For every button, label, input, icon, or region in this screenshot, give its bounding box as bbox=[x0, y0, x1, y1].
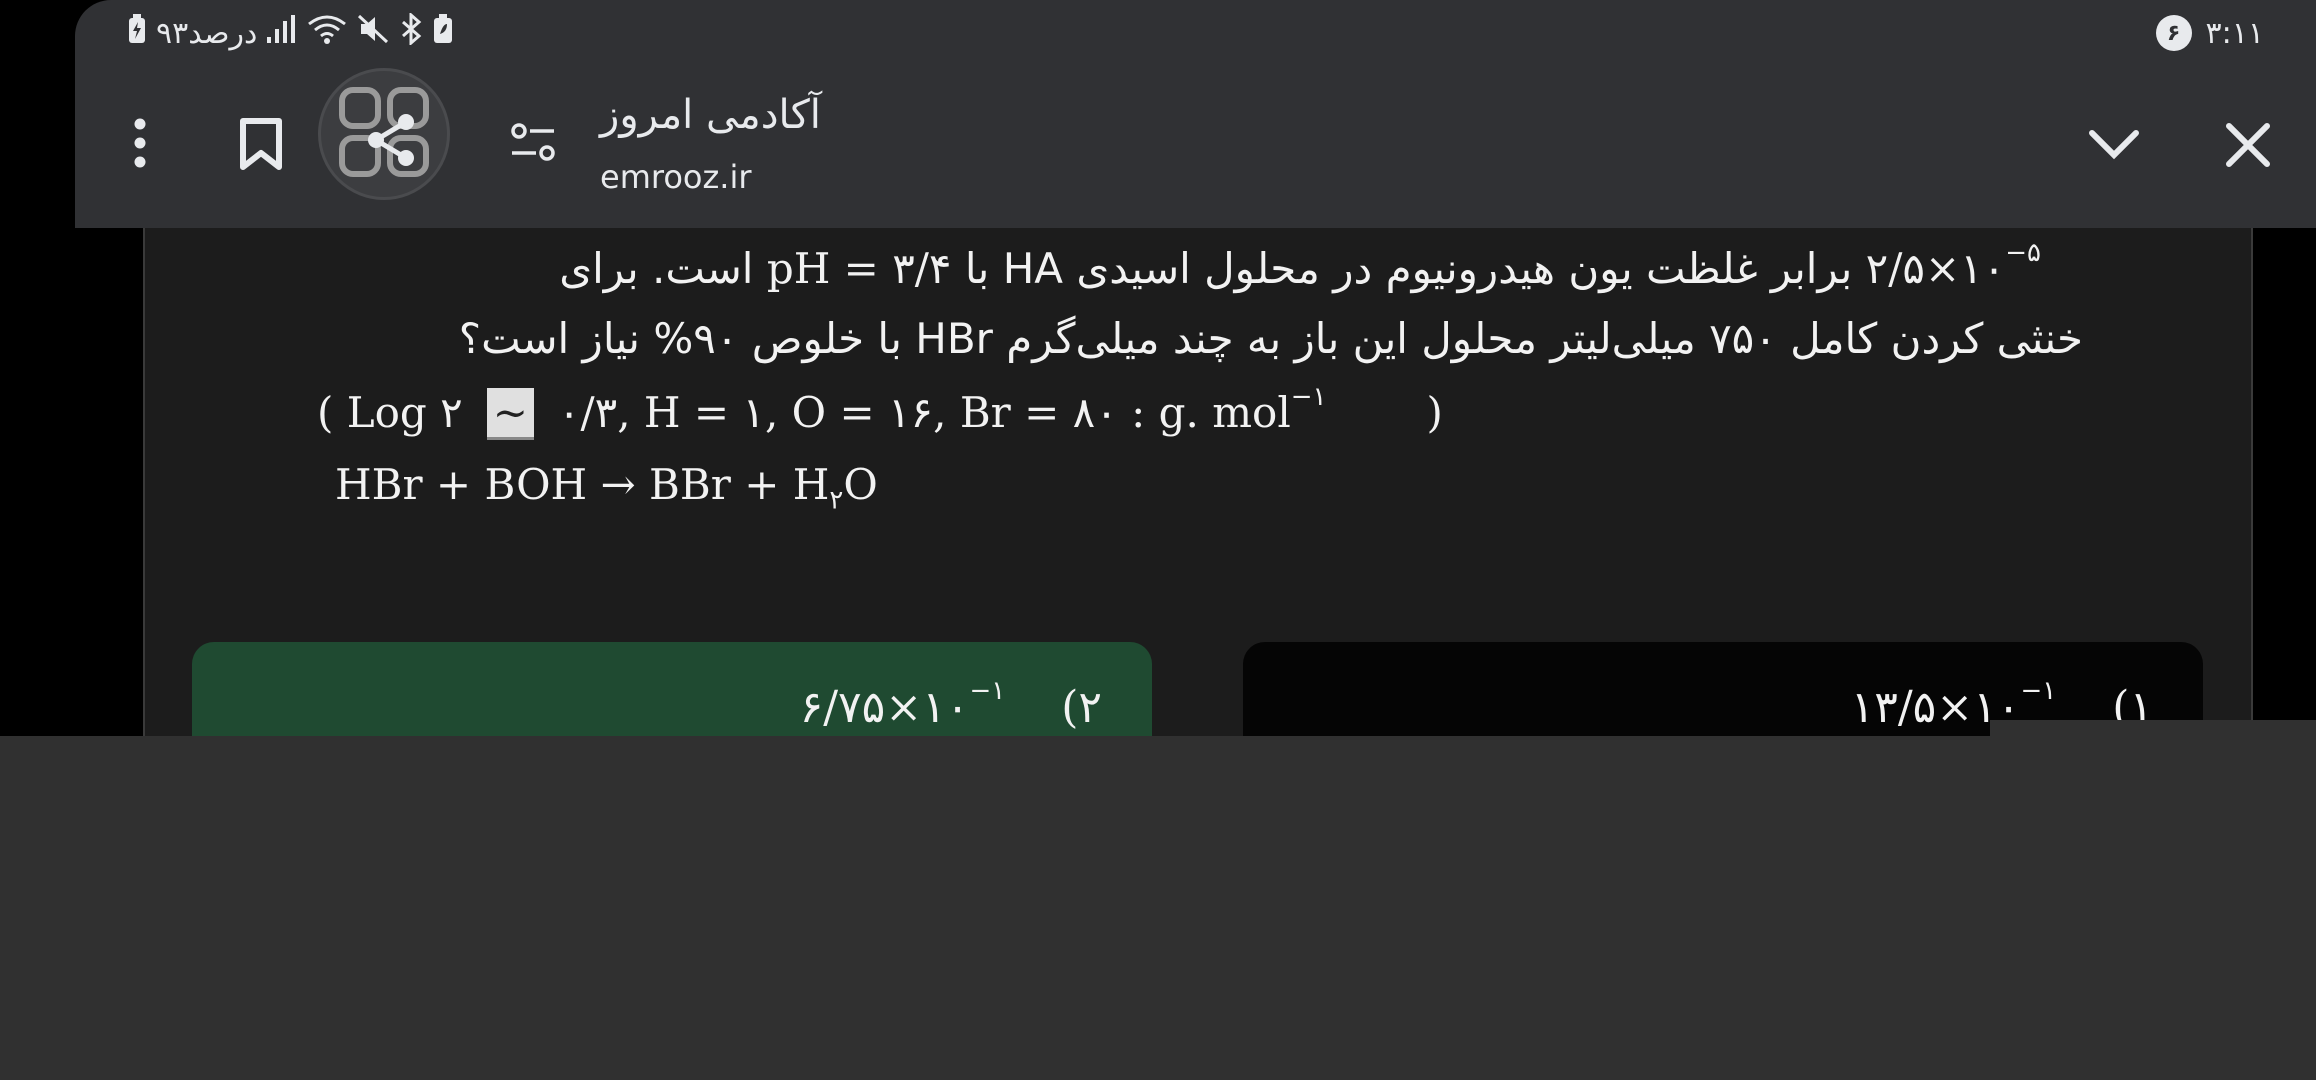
concentration-value: ۲/۵×۱۰−۵ bbox=[1865, 238, 2041, 293]
option-2-text: ۶/۷۵×۱۰−۱ (۲ bbox=[799, 676, 1102, 733]
signal-icon bbox=[267, 15, 297, 51]
approx-symbol: ~ bbox=[486, 388, 534, 440]
question-text-1-end: است. برای bbox=[559, 244, 767, 293]
bookmark-icon bbox=[238, 117, 284, 175]
bluetooth-icon bbox=[399, 11, 423, 53]
bottom-sheet-edge bbox=[1990, 720, 2316, 736]
web-content[interactable]: ۲/۵×۱۰−۵ برابر غلظت یون هیدرونیوم در محل… bbox=[143, 228, 2253, 736]
reaction-equation: HBr + BOH → BBr + H۲O bbox=[335, 460, 878, 516]
tune-icon bbox=[510, 122, 556, 166]
status-bar-left: ۹۳درصد bbox=[128, 11, 453, 54]
more-options-button[interactable] bbox=[110, 110, 170, 180]
question-line-2: خنثی کردن کامل ۷۵۰ میلی‌لیتر محلول این ب… bbox=[458, 314, 2083, 363]
battery-percent: ۹۳درصد bbox=[156, 15, 258, 51]
more-vert-icon bbox=[130, 118, 150, 172]
battery-charging-icon bbox=[128, 14, 146, 52]
chevron-down-icon bbox=[2088, 129, 2140, 165]
answer-option-2[interactable]: ۶/۷۵×۱۰−۱ (۲ bbox=[192, 642, 1152, 736]
share-icon bbox=[338, 86, 430, 182]
notification-count-badge: ۶ bbox=[2155, 15, 2192, 51]
collapse-button[interactable] bbox=[2076, 112, 2152, 182]
bookmark-button[interactable] bbox=[225, 110, 297, 182]
question-line-1: ۲/۵×۱۰−۵ برابر غلظت یون هیدرونیوم در محل… bbox=[559, 238, 2041, 293]
close-button[interactable] bbox=[2210, 112, 2286, 182]
wifi-icon bbox=[307, 14, 347, 52]
question-constants: ( Log ۲ ~۰/۳, H = ۱, O = ۱۶, Br = ۸۰ : g.… bbox=[317, 382, 1443, 440]
status-time: ۳:۱۱ bbox=[2205, 15, 2264, 51]
status-bar-right: ۶ ۳:۱۱ bbox=[2155, 12, 2264, 54]
bottom-sheet bbox=[0, 736, 2316, 1080]
share-button[interactable] bbox=[318, 68, 450, 200]
page-settings-button[interactable] bbox=[500, 116, 566, 172]
ph-value: pH = ۳/۴ bbox=[766, 244, 952, 293]
battery-saver-icon bbox=[433, 14, 453, 52]
site-url[interactable]: emrooz.ir bbox=[600, 158, 751, 196]
mute-icon bbox=[357, 14, 389, 52]
close-icon bbox=[2225, 122, 2271, 172]
site-title: آکادمی امروز bbox=[600, 92, 821, 138]
question-text-1: برابر غلظت یون هیدرونیوم در محلول اسیدی … bbox=[951, 244, 1866, 293]
